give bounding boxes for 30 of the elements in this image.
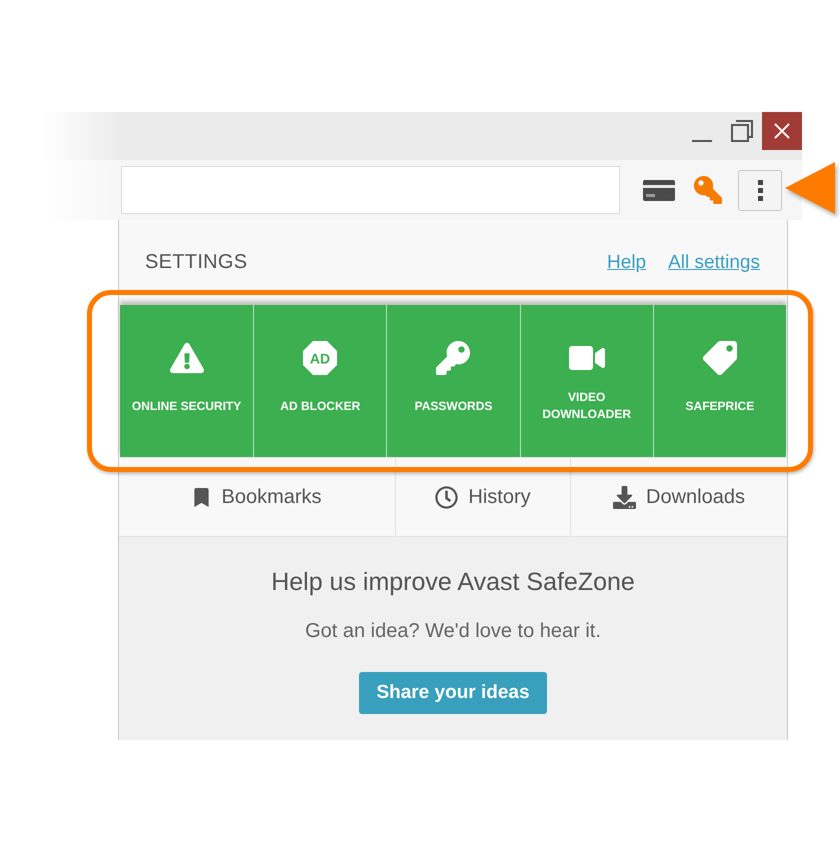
feature-tile[interactable]: VIDEO DOWNLOADER	[520, 305, 653, 457]
clock-icon	[435, 486, 458, 508]
restore-icon	[731, 120, 753, 142]
menu-button[interactable]	[738, 170, 782, 210]
feature-tile[interactable]: ONLINE SECURITY	[120, 305, 254, 457]
header-link[interactable]: All settings	[668, 252, 760, 274]
share-button[interactable]: Share your ideas	[359, 672, 547, 714]
feedback-heading: Help us improve Avast SafeZone	[271, 567, 635, 598]
octagon-icon: AD	[302, 340, 338, 376]
nav-item[interactable]: Bookmarks	[119, 458, 396, 536]
feedback-text: Got an idea? We'd love to hear it.	[305, 619, 601, 643]
header-link[interactable]: Help	[607, 252, 646, 274]
download-icon	[613, 486, 636, 508]
key-icon	[694, 176, 722, 204]
feature-tile[interactable]: SAFEPRICE	[652, 305, 786, 457]
key-icon	[436, 341, 470, 375]
card-button[interactable]	[643, 180, 675, 200]
warning-icon	[170, 341, 204, 375]
address-field[interactable]	[121, 166, 620, 214]
nav-item[interactable]: History	[396, 458, 571, 536]
menu-icon	[758, 180, 762, 200]
minimize-icon	[692, 140, 712, 142]
feature-tile[interactable]: AD AD BLOCKER	[253, 305, 386, 457]
feature-tile[interactable]: PASSWORDS	[386, 305, 520, 457]
panel-title: SETTINGS	[145, 251, 248, 274]
close-button[interactable]	[762, 112, 802, 150]
bookmark-icon	[192, 488, 212, 506]
tag-icon	[702, 341, 737, 375]
credit-card-icon	[643, 180, 675, 200]
nav-item[interactable]: Downloads	[571, 458, 787, 536]
